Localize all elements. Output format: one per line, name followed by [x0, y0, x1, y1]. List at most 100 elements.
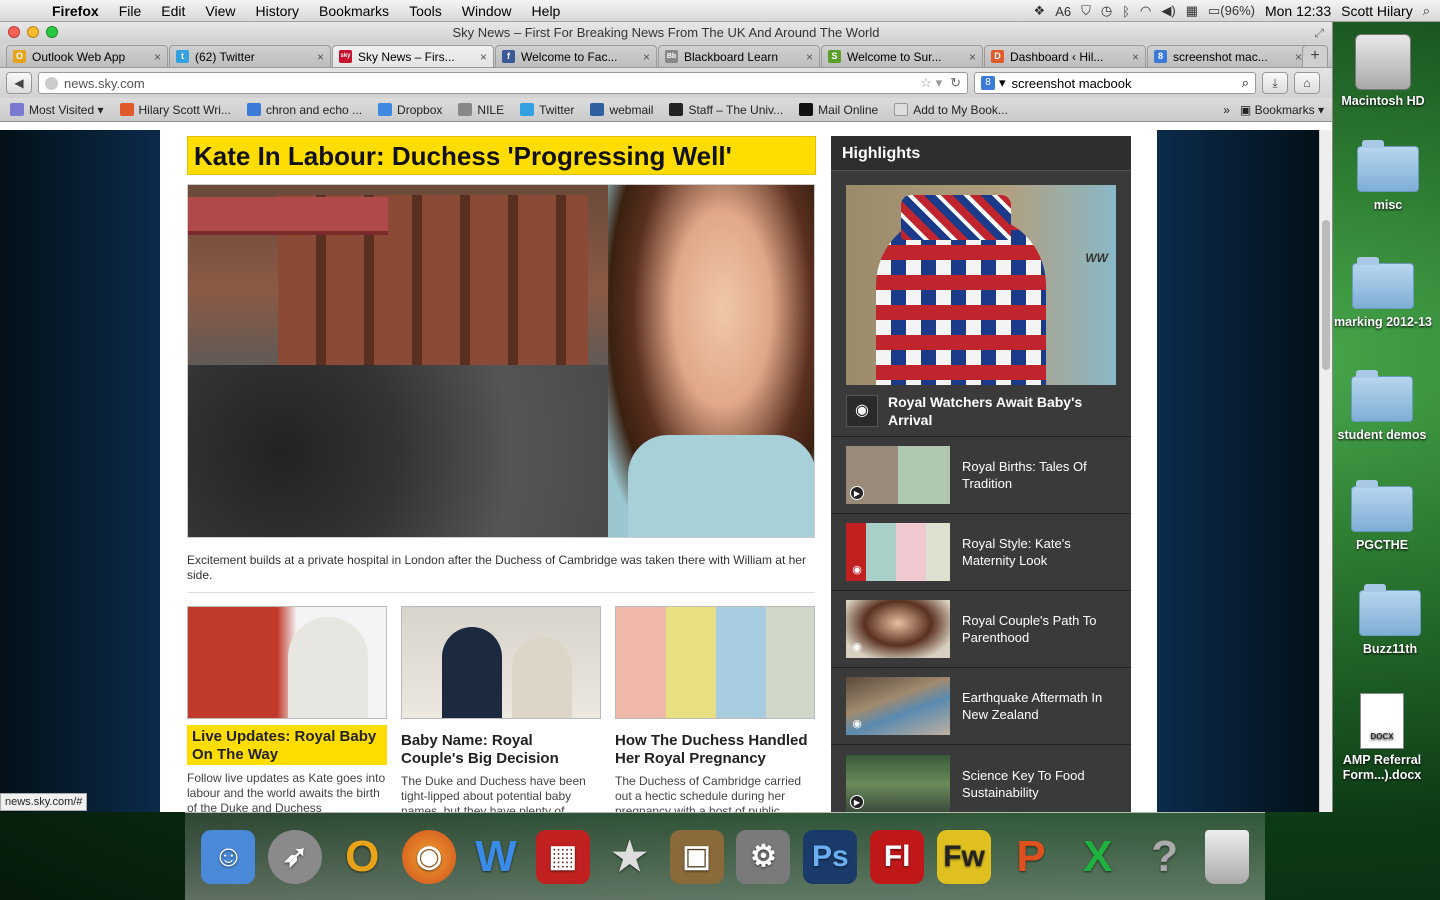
- bookmark-nile[interactable]: NILE: [458, 103, 504, 117]
- desktop-icon-marking[interactable]: marking 2012-13: [1333, 257, 1433, 330]
- fireworks-icon[interactable]: Fw: [937, 829, 992, 884]
- bookmark-dropbox[interactable]: Dropbox: [378, 103, 442, 117]
- story-image[interactable]: [615, 606, 815, 719]
- back-button[interactable]: ◀: [6, 72, 32, 94]
- imovie-icon[interactable]: ★: [603, 830, 657, 884]
- highlight-thumbnail[interactable]: ▶: [846, 754, 950, 812]
- minimize-window-button[interactable]: [27, 26, 39, 38]
- highlight-thumbnail[interactable]: ◉: [846, 600, 950, 658]
- scrollbar-thumb[interactable]: [1322, 220, 1330, 370]
- menu-history[interactable]: History: [245, 3, 309, 19]
- search-icon[interactable]: ⌕: [1242, 75, 1249, 91]
- reload-icon[interactable]: ↻: [950, 75, 961, 91]
- search-input[interactable]: screenshot macbook: [1012, 76, 1242, 91]
- close-tab-icon[interactable]: ×: [480, 50, 487, 64]
- highlight-item[interactable]: ◉ Royal Couple's Path To Parenthood: [831, 591, 1131, 668]
- tab-google-search[interactable]: 8 screenshot mac... ×: [1147, 45, 1309, 67]
- desktop-icon-student-demos[interactable]: student demos: [1332, 370, 1432, 443]
- home-button[interactable]: ⌂: [1294, 72, 1320, 94]
- close-tab-icon[interactable]: ×: [154, 50, 161, 64]
- story-card-pregnancy[interactable]: How The Duchess Handled Her Royal Pregna…: [615, 606, 815, 812]
- highlight-thumbnail[interactable]: ◉: [846, 677, 950, 735]
- desktop-icon-buzz11th[interactable]: Buzz11th: [1340, 584, 1440, 657]
- tab-outlook[interactable]: O Outlook Web App ×: [6, 45, 168, 67]
- flash-icon[interactable]: Fl: [870, 829, 925, 884]
- fullscreen-icon[interactable]: ⤢: [1314, 22, 1324, 44]
- photoshop-icon[interactable]: Ps: [803, 829, 858, 884]
- menu-window[interactable]: Window: [452, 3, 522, 19]
- highlight-title[interactable]: Royal Births: Tales Of Tradition: [962, 458, 1116, 492]
- url-bar[interactable]: news.sky.com ☆ ▾ ↻: [38, 72, 968, 94]
- bookmark-webmail[interactable]: webmail: [590, 103, 653, 117]
- tab-dashboard[interactable]: D Dashboard ‹ Hil... ×: [984, 45, 1146, 67]
- highlight-feature-title[interactable]: Royal Watchers Await Baby's Arrival: [888, 393, 1116, 429]
- close-tab-icon[interactable]: ×: [806, 50, 813, 64]
- user-name[interactable]: Scott Hilary: [1341, 3, 1413, 19]
- bookmark-mail-online[interactable]: Mail Online: [799, 103, 878, 117]
- bookmark-staff[interactable]: Staff – The Univ...: [669, 103, 783, 117]
- tab-sky-news[interactable]: sky Sky News – Firs... ×: [332, 45, 494, 67]
- menu-edit[interactable]: Edit: [151, 3, 195, 19]
- highlight-thumbnail[interactable]: ◉: [846, 523, 950, 581]
- close-tab-icon[interactable]: ×: [317, 50, 324, 64]
- time-machine-icon[interactable]: ◷: [1101, 3, 1112, 19]
- hero-image[interactable]: [187, 184, 815, 538]
- bookmark-add-to-my-book[interactable]: Add to My Book...: [894, 103, 1008, 117]
- desktop-icon-misc[interactable]: misc: [1338, 140, 1438, 213]
- battery-icon[interactable]: ▭(96%): [1208, 3, 1255, 19]
- tab-survey[interactable]: S Welcome to Sur... ×: [821, 45, 983, 67]
- launchpad-icon[interactable]: ➶: [268, 829, 323, 884]
- bookmarks-overflow-icon[interactable]: »: [1223, 103, 1230, 117]
- story-image[interactable]: [401, 606, 601, 719]
- iphoto-icon[interactable]: ▣: [669, 829, 724, 884]
- desktop-icon-macintosh-hd[interactable]: Macintosh HD: [1333, 34, 1433, 109]
- keyboard-icon[interactable]: ▦: [1186, 3, 1198, 19]
- url-text[interactable]: news.sky.com: [64, 76, 920, 91]
- highlight-feature[interactable]: ◉ Royal Watchers Await Baby's Arrival: [831, 385, 1131, 437]
- bookmarks-menu-button[interactable]: ▣ Bookmarks ▾: [1240, 103, 1324, 117]
- highlight-item[interactable]: ▶ Science Key To Food Sustainability: [831, 745, 1131, 812]
- highlight-title[interactable]: Earthquake Aftermath In New Zealand: [962, 689, 1116, 723]
- tab-twitter[interactable]: t (62) Twitter ×: [169, 45, 331, 67]
- new-tab-button[interactable]: +: [1302, 45, 1328, 67]
- powerpoint-icon[interactable]: P: [1004, 830, 1058, 884]
- photo-booth-icon[interactable]: ▦: [535, 829, 590, 884]
- bookmark-hilary-scott[interactable]: Hilary Scott Wri...: [119, 103, 231, 117]
- word-icon[interactable]: W: [469, 830, 523, 884]
- tab-blackboard[interactable]: Bb Blackboard Learn ×: [658, 45, 820, 67]
- bluetooth-icon[interactable]: ᛒ: [1122, 4, 1130, 19]
- shield-icon[interactable]: ⛉: [1081, 3, 1091, 19]
- story-card-live-updates[interactable]: Live Updates: Royal Baby On The Way Foll…: [187, 606, 387, 812]
- bookmark-star-icon[interactable]: ☆ ▾: [920, 75, 942, 91]
- menu-file[interactable]: File: [109, 3, 152, 19]
- desktop-icon-amp-referral[interactable]: DOCX AMP Referral Form...).docx: [1332, 693, 1432, 783]
- story-card-baby-name[interactable]: Baby Name: Royal Couple's Big Decision T…: [401, 606, 601, 812]
- highlight-title[interactable]: Science Key To Food Sustainability: [962, 767, 1116, 801]
- story-title[interactable]: How The Duchess Handled Her Royal Pregna…: [615, 729, 815, 768]
- menu-tools[interactable]: Tools: [399, 3, 452, 19]
- menu-bookmarks[interactable]: Bookmarks: [309, 3, 399, 19]
- site-identity-icon[interactable]: [45, 76, 58, 90]
- desktop-icon-pgcthe[interactable]: PGCTHE: [1332, 480, 1432, 553]
- google-search-engine-icon[interactable]: 8: [981, 76, 995, 90]
- highlight-item[interactable]: ▶ Royal Births: Tales Of Tradition: [831, 437, 1131, 514]
- highlight-item[interactable]: ◉ Earthquake Aftermath In New Zealand: [831, 668, 1131, 745]
- main-headline[interactable]: Kate In Labour: Duchess 'Progressing Wel…: [187, 136, 816, 175]
- adobe-status-icon[interactable]: A6: [1055, 4, 1071, 19]
- menu-view[interactable]: View: [195, 3, 245, 19]
- outlook-icon[interactable]: O: [335, 830, 389, 884]
- close-window-button[interactable]: [8, 26, 20, 38]
- highlight-item[interactable]: ◉ Royal Style: Kate's Maternity Look: [831, 514, 1131, 591]
- tab-facebook[interactable]: f Welcome to Fac... ×: [495, 45, 657, 67]
- downloads-button[interactable]: ⤓: [1262, 72, 1288, 94]
- close-tab-icon[interactable]: ×: [1132, 50, 1139, 64]
- firefox-icon[interactable]: ◉: [402, 829, 457, 884]
- trash-icon[interactable]: [1204, 829, 1249, 884]
- excel-icon[interactable]: X: [1071, 830, 1125, 884]
- close-tab-icon[interactable]: ×: [643, 50, 650, 64]
- bookmark-most-visited[interactable]: Most Visited ▾: [10, 103, 104, 117]
- bookmark-twitter[interactable]: Twitter: [520, 103, 574, 117]
- highlight-thumbnail[interactable]: ▶: [846, 446, 950, 504]
- search-bar[interactable]: 8 ▾ screenshot macbook ⌕: [974, 72, 1256, 94]
- spotlight-search-icon[interactable]: ⌕: [1423, 3, 1430, 19]
